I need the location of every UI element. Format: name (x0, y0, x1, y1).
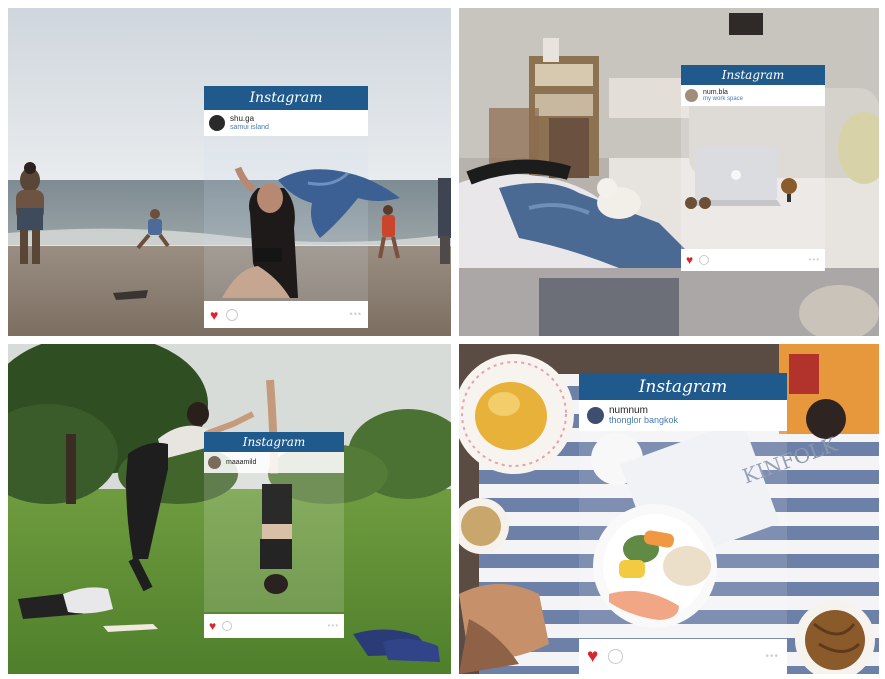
heart-icon[interactable]: ♥ (210, 308, 218, 322)
comment-icon[interactable] (608, 649, 624, 664)
post-user-bar: shu.ga samui island (204, 110, 368, 136)
post-actions-bar: ♥ ••• (681, 249, 825, 271)
instagram-logo: Instagram (638, 376, 728, 397)
instagram-header: Instagram (681, 65, 825, 85)
post-user-bar: num.bla my work space (681, 85, 825, 106)
instagram-logo: Instagram (249, 90, 323, 106)
instagram-frame: Instagram shu.ga samui island ♥ ••• (204, 86, 368, 328)
more-dots-icon[interactable]: ••• (765, 651, 779, 662)
post-actions-bar: ♥ ••• (204, 614, 344, 638)
heart-icon[interactable]: ♥ (587, 647, 598, 666)
username: shu.ga (230, 114, 255, 124)
location: thonglor bangkok (609, 415, 679, 426)
location: samui island (230, 123, 269, 131)
instagram-header: Instagram (204, 86, 368, 110)
post-user-bar: maaamild (204, 452, 344, 473)
photo-panel-food: KINFOLK Instagram numnum thonglor bangko… (459, 344, 879, 674)
instagram-logo: Instagram (242, 435, 306, 449)
avatar (587, 407, 604, 424)
photo-panel-park: Instagram maaamild ♥ ••• (8, 344, 451, 674)
post-user-bar: numnum thonglor bangkok (579, 400, 787, 431)
instagram-logo: Instagram (721, 68, 785, 82)
comment-icon[interactable] (226, 308, 239, 321)
avatar (209, 115, 225, 131)
location: my work space (703, 96, 744, 103)
instagram-header: Instagram (204, 432, 344, 452)
instagram-header: Instagram (579, 373, 787, 400)
post-actions-bar: ♥ ••• (579, 639, 787, 674)
more-dots-icon[interactable]: ••• (350, 310, 362, 319)
comment-icon[interactable] (222, 621, 233, 631)
instagram-frame: Instagram num.bla my work space ♥ ••• (681, 65, 825, 271)
heart-icon[interactable]: ♥ (686, 254, 693, 266)
instagram-frame: Instagram numnum thonglor bangkok ♥ ••• (579, 373, 787, 674)
more-dots-icon[interactable]: ••• (328, 622, 339, 630)
comment-icon[interactable] (699, 255, 710, 265)
heart-icon[interactable]: ♥ (209, 620, 216, 632)
username: num.bla (703, 88, 728, 96)
avatar (208, 456, 221, 469)
photo-panel-beach: Instagram shu.ga samui island ♥ ••• (8, 8, 451, 336)
avatar (685, 89, 698, 102)
username: maaamild (226, 458, 257, 466)
more-dots-icon[interactable]: ••• (809, 256, 820, 264)
instagram-frame: Instagram maaamild ♥ ••• (204, 432, 344, 638)
photo-panel-bedroom: Instagram num.bla my work space ♥ ••• (459, 8, 879, 336)
post-actions-bar: ♥ ••• (204, 301, 368, 328)
